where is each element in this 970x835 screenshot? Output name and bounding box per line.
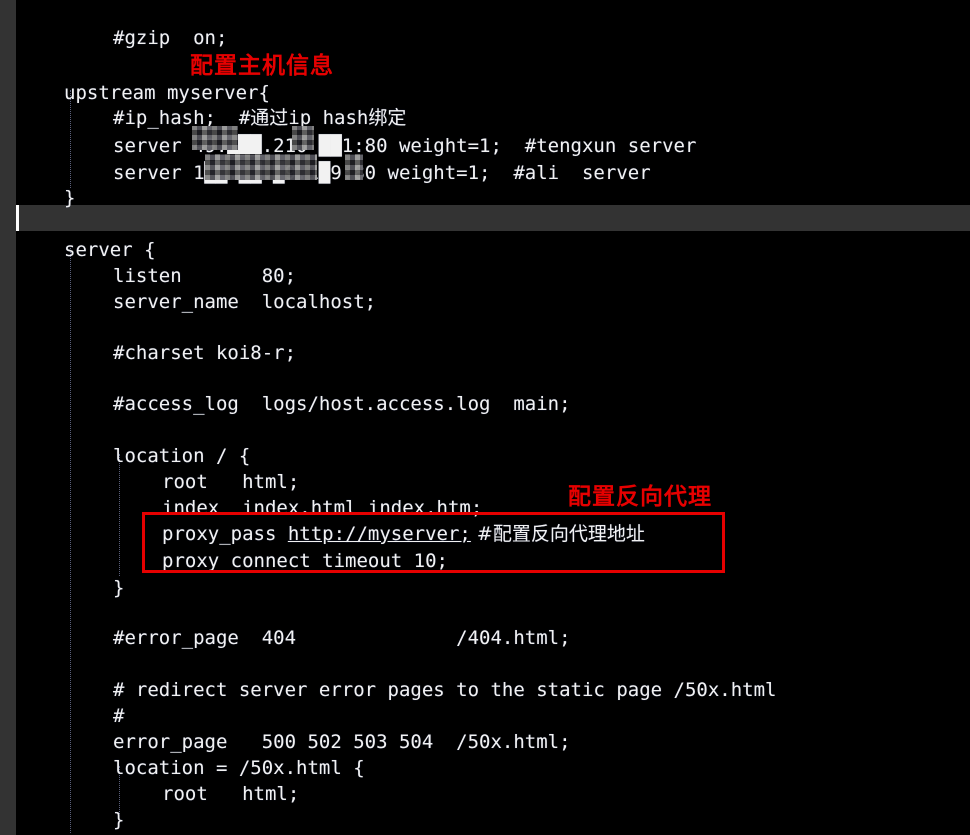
annotation-configure-reverse-proxy: 配置反向代理: [568, 484, 712, 510]
ip-mask-2b: [345, 154, 363, 180]
code-line[interactable]: root html;: [162, 778, 299, 811]
code-editor-viewport[interactable]: #gzip on; upstream myserver{#ip_hash; #通过…: [0, 0, 970, 835]
code-line[interactable]: server 1██.██.█9.1█9:80 weight=1; #ali s…: [113, 157, 651, 190]
code-line[interactable]: server_name localhost;: [113, 286, 376, 319]
proxy-pass-url-link[interactable]: http://myserver;: [288, 523, 471, 545]
code-line[interactable]: }: [64, 182, 75, 215]
code-line[interactable]: }: [113, 804, 124, 835]
code-line[interactable]: #charset koi8-r;: [113, 337, 296, 370]
code-line[interactable]: # redirect server error pages to the sta…: [113, 674, 776, 707]
code-line[interactable]: #error_page 404 /404.html;: [113, 622, 571, 655]
code-line[interactable]: #access_log logs/host.access.log main;: [113, 388, 571, 421]
code-text-layer[interactable]: #gzip on; upstream myserver{#ip_hash; #通过…: [0, 0, 970, 835]
editor-gutter[interactable]: [0, 0, 16, 835]
ip-mask-1b: [292, 126, 314, 150]
proxy-pass-comment: #配置反向代理地址: [470, 523, 645, 545]
ip-mask-2a: [205, 154, 317, 180]
annotation-configure-host-info: 配置主机信息: [190, 53, 334, 79]
ip-mask-1a: [192, 126, 238, 150]
text-caret: [16, 205, 19, 231]
proxy-pass-directive: proxy_pass: [162, 523, 288, 545]
code-line-proxy-pass[interactable]: proxy_pass http://myserver; #配置反向代理地址: [162, 518, 645, 551]
code-line[interactable]: }: [113, 572, 124, 605]
